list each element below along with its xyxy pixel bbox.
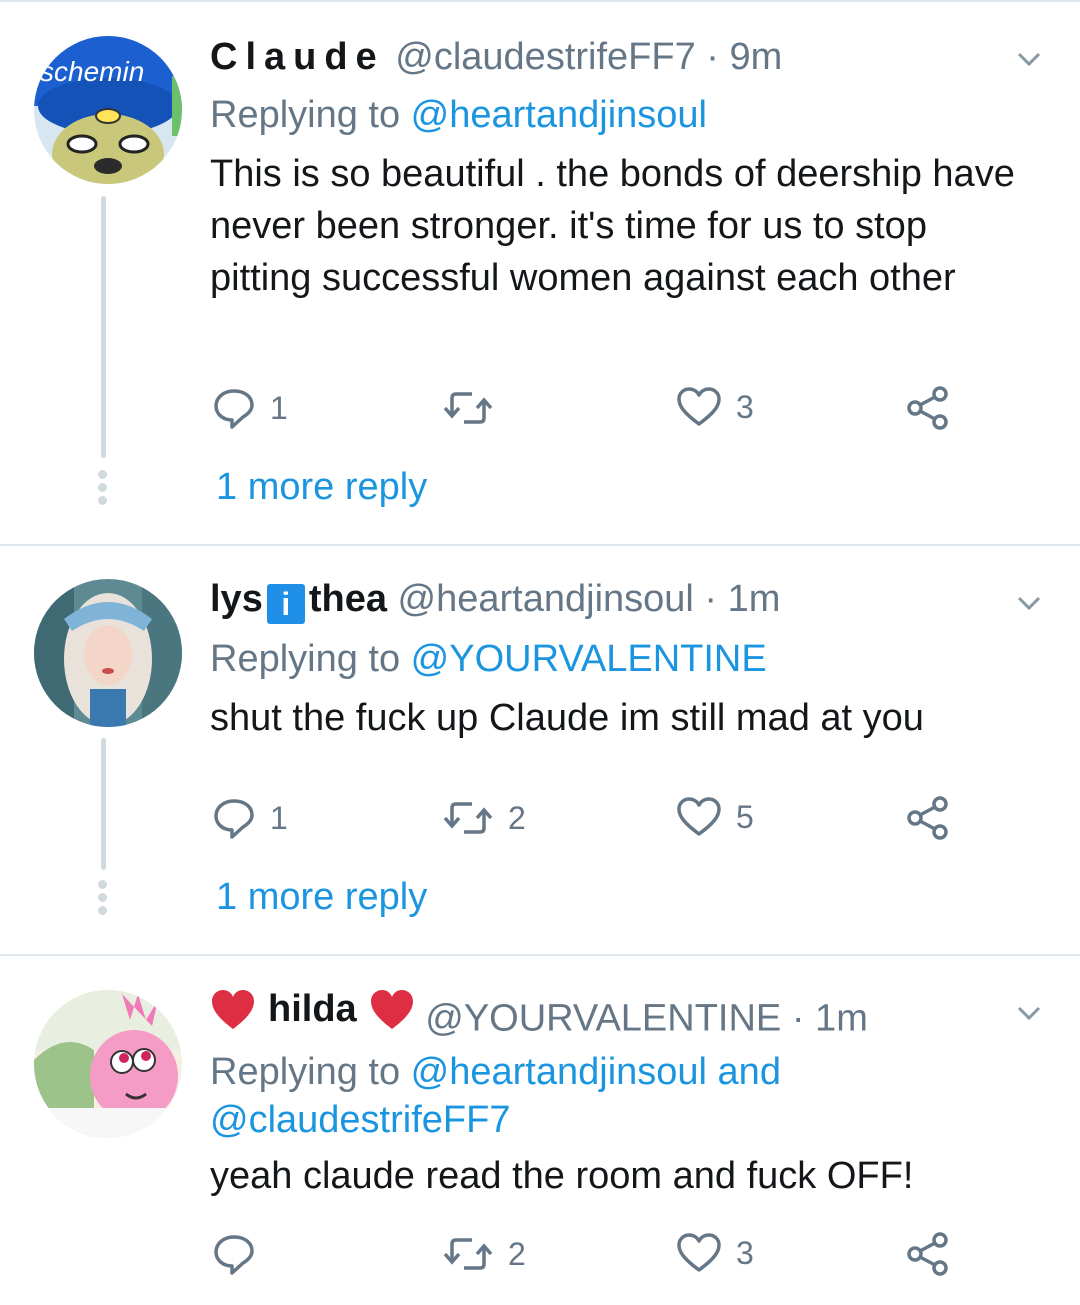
timestamp[interactable]: · 1m	[792, 998, 868, 1040]
replying-prefix: Replying to	[210, 1051, 411, 1093]
divider-top	[0, 0, 1080, 2]
user-handle[interactable]: @claudestrifeFF7	[395, 36, 695, 78]
chevron-down-icon[interactable]	[1014, 998, 1044, 1028]
like-count: 3	[736, 1234, 754, 1271]
reply-target-link[interactable]: @heartandjinsoul	[411, 94, 707, 136]
like-button[interactable]: 5	[676, 796, 754, 838]
tweet-header: lys i thea @heartandjinsoul · 1m	[210, 578, 780, 624]
replying-prefix: Replying to	[210, 638, 411, 680]
reply-button[interactable]: 1	[212, 796, 288, 840]
avatar-claude[interactable]: schemin	[34, 36, 182, 184]
reply-target-link[interactable]: @heartandjinsoul and	[411, 1051, 781, 1093]
user-handle[interactable]: @heartandjinsoul	[398, 578, 694, 620]
replying-to: Replying to @heartandjinsoul and @claude…	[210, 1048, 781, 1144]
red-heart-emoji-icon	[212, 989, 254, 1029]
reply-button[interactable]: 1	[212, 386, 288, 430]
share-icon	[907, 796, 948, 840]
replying-prefix: Replying to	[210, 94, 411, 136]
display-name-text: hilda	[268, 988, 357, 1030]
more-replies-link[interactable]: 1 more reply	[216, 466, 427, 509]
thread-dots	[98, 470, 108, 509]
divider	[0, 544, 1080, 546]
timestamp[interactable]: · 1m	[704, 578, 780, 620]
retweet-icon	[443, 802, 493, 834]
reply-target-link[interactable]: @YOURVALENTINE	[411, 638, 767, 680]
reply-icon	[214, 799, 254, 839]
reply-count: 1	[270, 799, 288, 836]
like-count: 3	[736, 388, 754, 425]
display-name-part-2: thea	[308, 578, 387, 620]
reply-icon	[214, 389, 254, 429]
heart-icon	[677, 387, 721, 426]
display-name[interactable]: Claude	[210, 36, 385, 78]
share-button[interactable]	[906, 1232, 966, 1276]
user-handle[interactable]: @YOURVALENTINE	[425, 998, 781, 1040]
reply-target-link-2[interactable]: @claudestrifeFF7	[210, 1099, 510, 1141]
retweet-icon	[443, 1238, 493, 1270]
like-button[interactable]: 3	[676, 386, 754, 428]
chevron-down-icon[interactable]	[1014, 44, 1044, 74]
heart-icon	[677, 1233, 721, 1272]
chevron-down-icon[interactable]	[1014, 588, 1044, 618]
avatar-lysithea[interactable]	[34, 579, 182, 727]
information-emoji-icon: i	[266, 584, 305, 624]
display-name-part-1: lys	[210, 578, 263, 620]
share-button[interactable]	[906, 796, 966, 840]
retweet-count: 2	[508, 1235, 526, 1272]
replying-to: Replying to @heartandjinsoul	[210, 94, 707, 137]
tweet-text: yeah claude read the room and fuck OFF!	[210, 1155, 914, 1197]
reply-icon	[214, 1235, 254, 1275]
tweet-text: This is so beautiful . the bonds of deer…	[210, 153, 1015, 299]
retweet-button[interactable]: 2	[442, 1232, 526, 1276]
tweet-header: Claude @claudestrifeFF7 · 9m	[210, 36, 782, 79]
like-button[interactable]: 3	[676, 1232, 754, 1274]
like-count: 5	[736, 798, 754, 835]
display-name[interactable]: hilda	[210, 988, 415, 1031]
thread-dots	[98, 880, 108, 919]
share-icon	[907, 386, 948, 430]
tweet-text: shut the fuck up Claude im still mad at …	[210, 697, 924, 739]
reply-button[interactable]	[212, 1232, 270, 1276]
avatar-overlay-text: schemin	[40, 56, 145, 87]
thread-line	[101, 196, 106, 458]
share-icon	[907, 1232, 948, 1276]
retweet-icon	[443, 392, 493, 424]
reply-count: 1	[270, 389, 288, 426]
more-replies-link[interactable]: 1 more reply	[216, 876, 427, 919]
retweet-count: 2	[508, 799, 526, 836]
replying-to: Replying to @YOURVALENTINE	[210, 638, 767, 681]
display-name[interactable]: lys i thea	[210, 578, 387, 624]
timestamp[interactable]: · 9m	[706, 36, 782, 78]
heart-icon	[677, 797, 721, 836]
retweet-button[interactable]	[442, 386, 508, 430]
tweet-header: hilda @YOURVALENTINE · 1m	[210, 988, 868, 1041]
avatar-hilda[interactable]	[34, 990, 182, 1138]
retweet-button[interactable]: 2	[442, 796, 526, 840]
divider	[0, 954, 1080, 956]
red-heart-emoji-icon	[370, 989, 413, 1029]
thread-line	[101, 738, 106, 870]
share-button[interactable]	[906, 386, 966, 430]
